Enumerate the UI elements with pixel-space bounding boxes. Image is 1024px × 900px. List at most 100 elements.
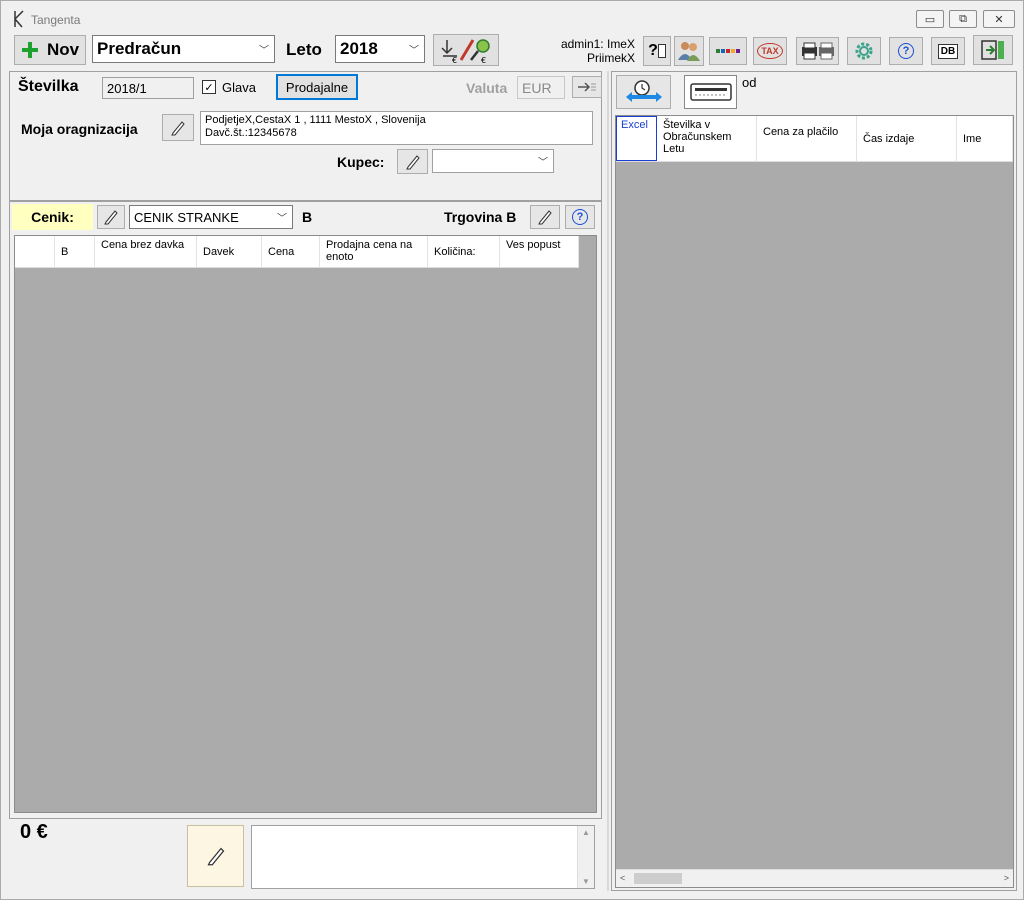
currency-value: EUR — [522, 79, 552, 96]
head-checkbox-label: Glava — [222, 80, 256, 95]
tax-icon: TAX — [757, 43, 783, 59]
pricelist-suffix: B — [302, 209, 313, 225]
arrow-right-icon — [578, 82, 596, 92]
exit-door-icon — [981, 40, 1004, 60]
shops-button[interactable]: Prodajalne — [276, 74, 358, 100]
edit-shop-button[interactable] — [530, 205, 560, 229]
column-header-b[interactable]: B — [55, 236, 95, 267]
documents-grid-header: Excel Številka v Obračunskem Letu Cena z… — [616, 116, 1013, 162]
pricelist-label-box: Cenik: — [12, 204, 93, 230]
chevron-down-icon: ﹀ — [538, 157, 548, 169]
minimize-button[interactable]: ▭ — [916, 10, 944, 28]
column-header-row-indicator[interactable] — [15, 236, 55, 267]
year-value: 2018 — [340, 39, 378, 58]
chevron-down-icon: ﹀ — [259, 45, 269, 57]
number-field[interactable]: 2018/1 — [102, 77, 194, 99]
users-button[interactable] — [674, 36, 704, 66]
column-header-unit-sale-price[interactable]: Prodajna cena na enoto — [320, 236, 428, 267]
year-label: Leto — [286, 40, 322, 59]
currency-field[interactable]: EUR — [517, 76, 565, 99]
print-button[interactable] — [796, 37, 839, 65]
pricelist-select[interactable]: CENIK STRANKE ﹀ — [129, 205, 293, 229]
shops-button-label: Prodajalne — [285, 79, 349, 95]
documents-grid[interactable] — [615, 115, 1014, 888]
help-question-button[interactable]: ? — [643, 36, 671, 66]
organization-label: Moja oragnizacija — [21, 121, 138, 137]
user-line-1: admin1: ImeX — [560, 37, 635, 51]
from-label: od — [742, 75, 757, 90]
document-icon — [657, 44, 666, 58]
pencil-icon — [104, 210, 118, 225]
column-header-document-number[interactable]: Številka v Obračunskem Letu — [657, 116, 757, 161]
scroll-down-icon: ▼ — [582, 877, 590, 886]
column-header-amount-due[interactable]: Cena za plačilo — [757, 116, 857, 161]
currency-select-button[interactable] — [572, 76, 602, 98]
edit-buyer-button[interactable] — [397, 149, 428, 174]
receipt-icon — [689, 83, 732, 101]
column-header-issue-time[interactable]: Čas izdaje — [857, 116, 957, 161]
edit-notes-button[interactable] — [187, 825, 244, 887]
shop-label: Trgovina B — [444, 209, 517, 225]
number-value: 2018/1 — [107, 80, 147, 96]
year-select[interactable]: 2018 ﹀ — [335, 35, 425, 63]
column-header-tax[interactable]: Davek — [197, 236, 262, 267]
close-button[interactable]: ✕ — [983, 10, 1015, 28]
head-checkbox[interactable]: ✓ — [202, 80, 216, 94]
new-document-label: Nov — [46, 40, 80, 59]
column-header-discount[interactable]: Ves popust — [500, 236, 579, 267]
edit-pricelist-button[interactable] — [97, 205, 125, 229]
column-header-price-without-tax[interactable]: Cena brez davka — [95, 236, 197, 267]
scrollbar-thumb[interactable] — [634, 873, 682, 884]
close-icon: ✕ — [994, 13, 1004, 26]
edit-organization-button[interactable] — [162, 114, 194, 141]
tangenta-logo-icon — [14, 10, 24, 28]
exit-button[interactable] — [973, 35, 1013, 65]
notes-textarea[interactable]: ▲ ▼ — [251, 825, 595, 889]
users-icon — [678, 42, 700, 61]
restore-icon: ⧉ — [959, 12, 967, 25]
column-header-excel[interactable]: Excel — [616, 116, 657, 161]
chevron-down-icon: ﹀ — [277, 213, 287, 225]
svg-text:€: € — [481, 56, 486, 64]
buyer-select[interactable]: ﹀ — [432, 149, 554, 173]
number-label: Številka — [18, 78, 79, 95]
sales-report-button[interactable]: € € — [433, 34, 499, 66]
new-document-button[interactable]: Nov — [14, 35, 86, 65]
chevron-down-icon: ﹀ — [409, 45, 419, 57]
date-range-button[interactable] — [616, 75, 671, 109]
organization-tax-id: Davč.št.:12345678 — [205, 127, 297, 139]
scroll-right-icon: > — [1003, 873, 1009, 883]
buyer-label: Kupec: — [337, 154, 385, 170]
notes-scrollbar[interactable]: ▲ ▼ — [577, 826, 594, 888]
pencil-icon — [405, 154, 420, 169]
column-header-name[interactable]: Ime — [957, 116, 1013, 161]
pricelist-value: CENIK STRANKE — [134, 209, 239, 225]
color-settings-button[interactable] — [709, 37, 747, 65]
organization-address: PodjetjeX,CestaX 1 , 1111 MestoX , Slove… — [200, 111, 593, 145]
printer-icon — [801, 42, 834, 60]
document-type-select[interactable]: Predračun ﹀ — [92, 35, 275, 63]
checkmark-icon: ✓ — [204, 81, 214, 94]
pencil-icon — [171, 120, 185, 135]
restore-button[interactable]: ⧉ — [949, 10, 977, 28]
items-grid[interactable] — [14, 235, 597, 813]
settings-button[interactable] — [847, 37, 881, 65]
column-header-quantity[interactable]: Količina: — [428, 236, 500, 267]
items-grid-header: B Cena brez davka Davek Cena Prodajna ce… — [15, 236, 579, 268]
database-button[interactable]: DB — [931, 37, 965, 65]
help-icon: ? — [898, 43, 914, 59]
documents-horizontal-scrollbar[interactable]: < > — [616, 869, 1013, 887]
tax-button[interactable]: TAX — [753, 37, 787, 65]
organization-line-1: PodjetjeX,CestaX 1 , 1111 MestoX , Slove… — [205, 114, 426, 126]
document-filter-button[interactable] — [684, 75, 737, 109]
user-line-2: PriimekX — [586, 51, 635, 65]
shop-help-button[interactable]: ? — [565, 205, 595, 229]
title-bar[interactable]: Tangenta ▭ ⧉ ✕ — [1, 1, 1023, 33]
panel-splitter[interactable] — [607, 71, 609, 891]
pencil-icon — [538, 210, 552, 225]
plus-icon — [21, 42, 38, 58]
document-type-value: Predračun — [97, 39, 182, 58]
column-header-price[interactable]: Cena — [262, 236, 320, 267]
help-button[interactable]: ? — [889, 37, 923, 65]
minimize-icon: ▭ — [924, 13, 936, 26]
